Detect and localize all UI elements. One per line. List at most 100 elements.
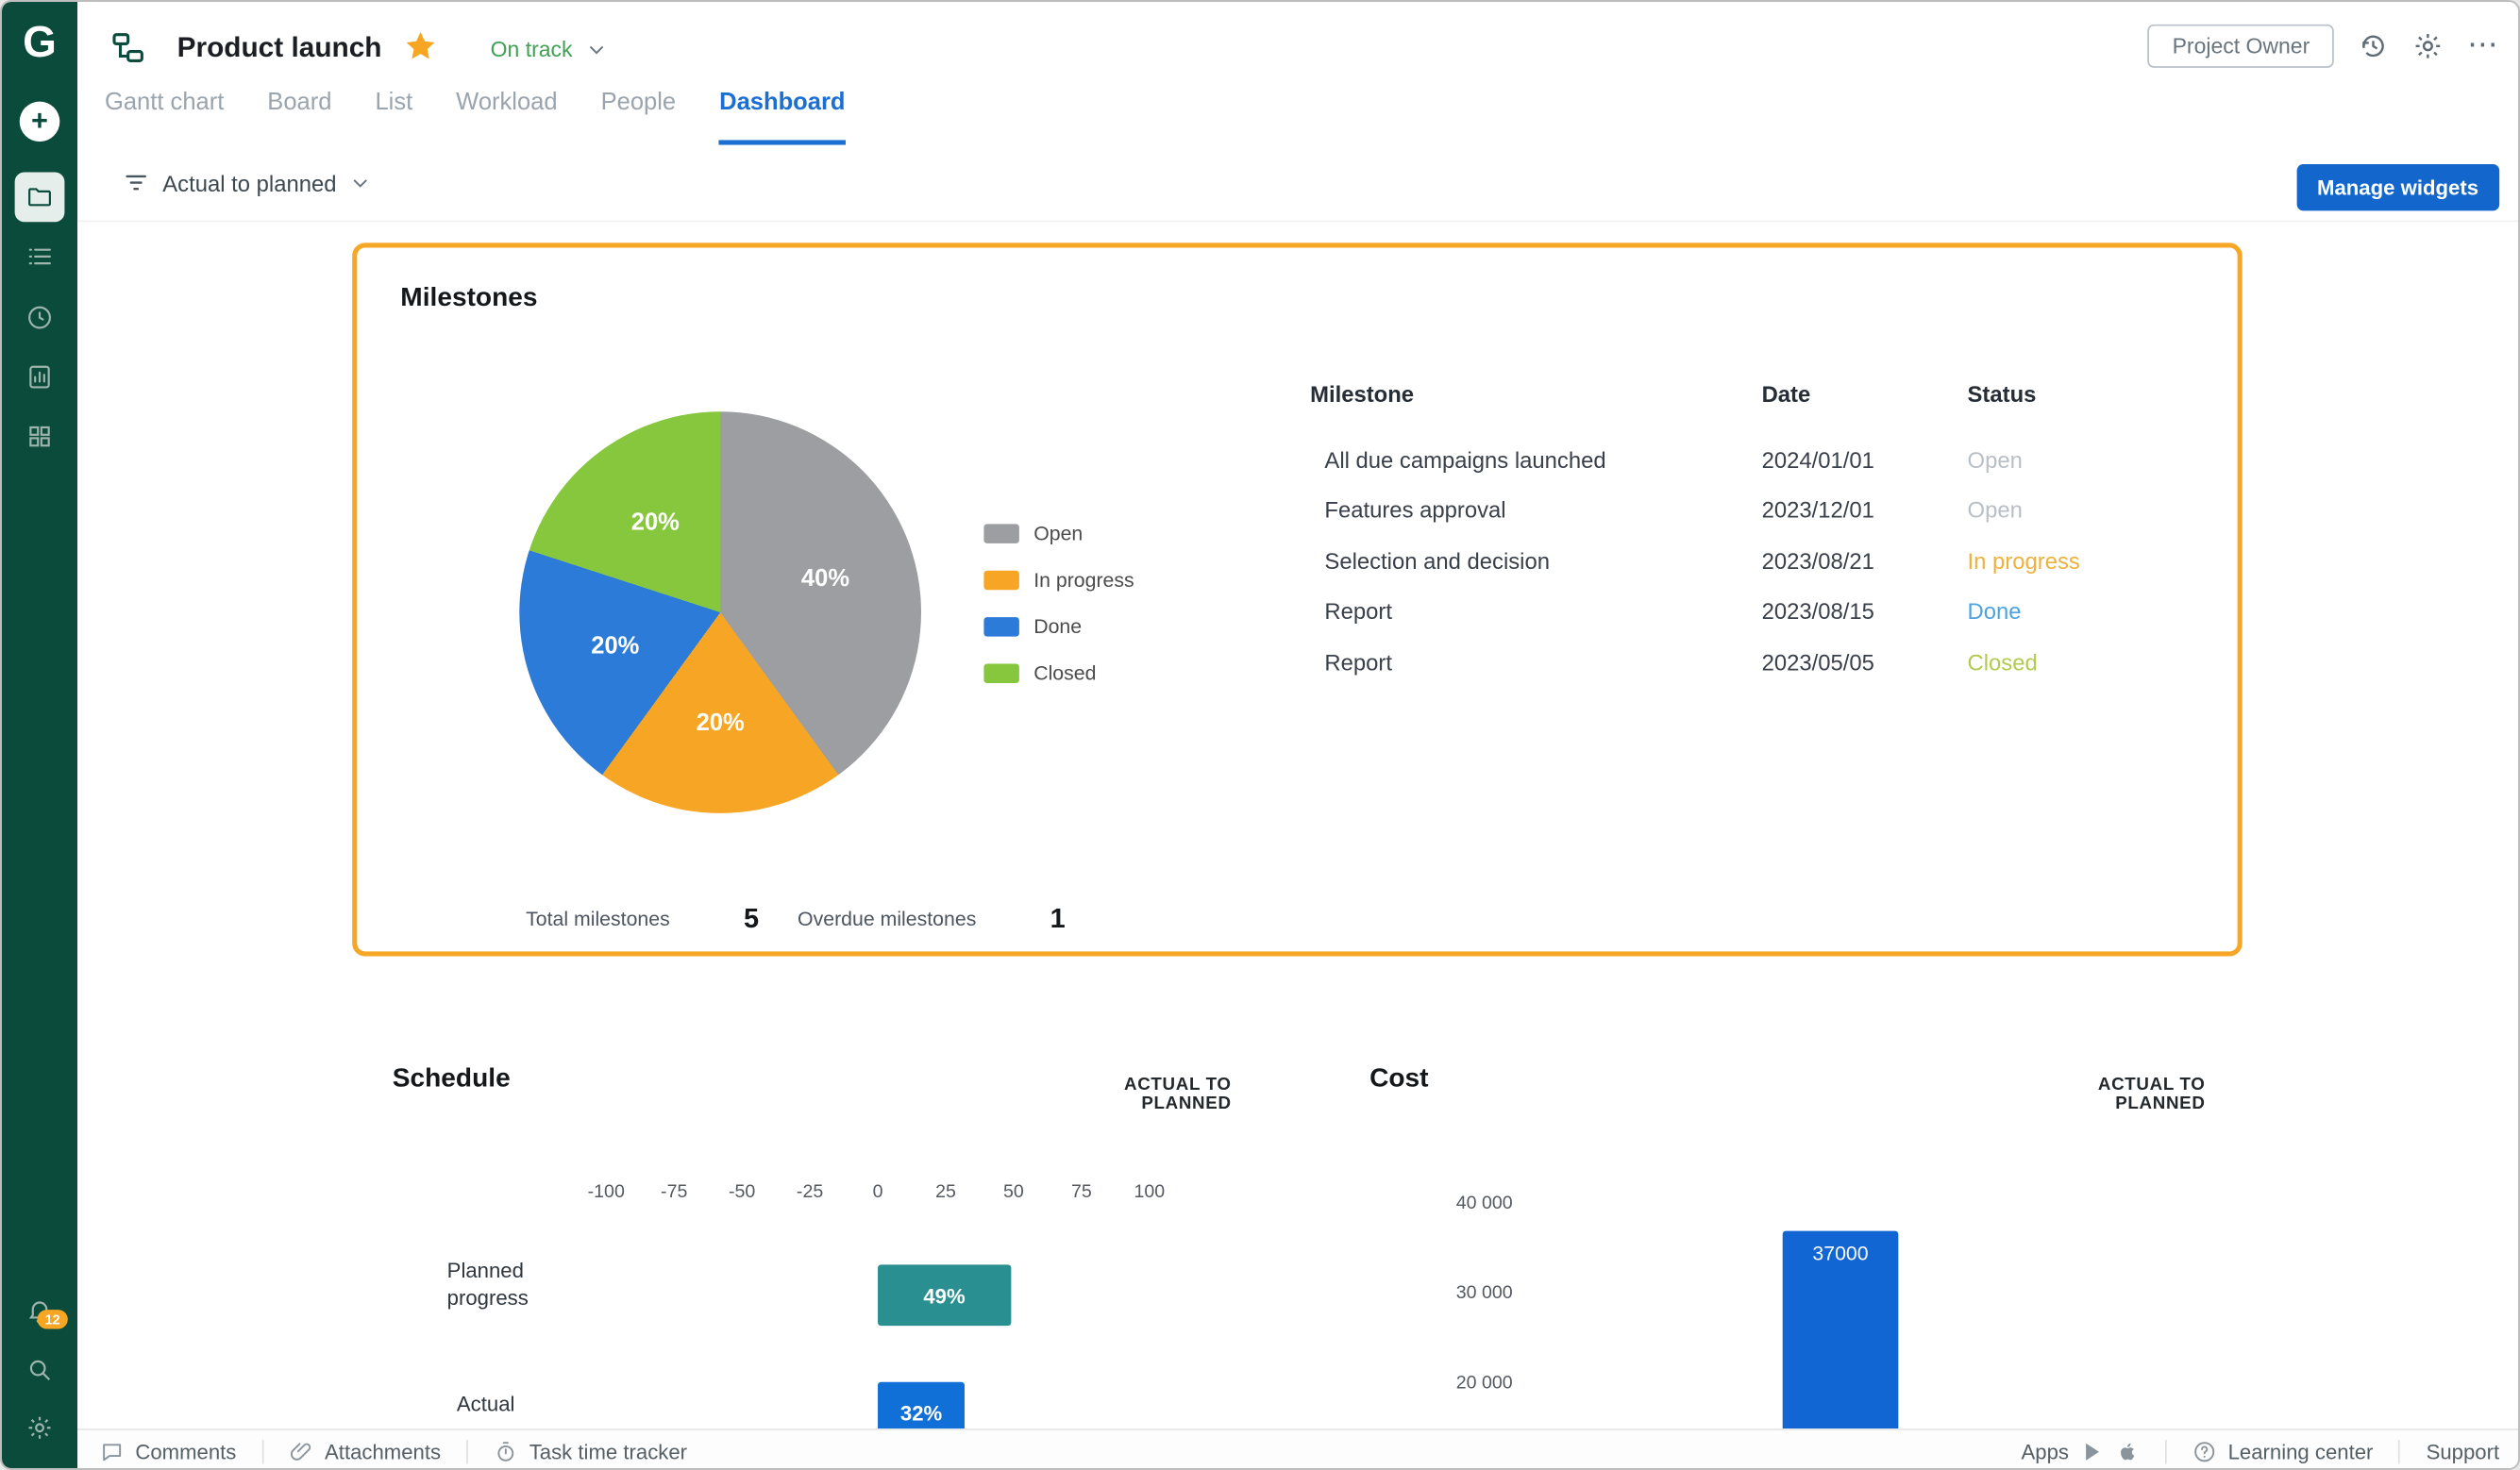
sidebar: G + 12 <box>2 2 77 1470</box>
divider <box>262 1439 264 1463</box>
tab-board[interactable]: Board <box>267 89 331 145</box>
axis-tick: 75 <box>1048 1183 1116 1202</box>
schedule-axis: -100-75-50-250255075100 <box>572 1183 1183 1202</box>
tab-people[interactable]: People <box>601 89 677 145</box>
statusbar-left: Comments Attachments Task time tracker <box>100 1430 687 1470</box>
schedule-bar-planned: 49% <box>878 1264 1011 1326</box>
milestone-table-row: All due campaigns launched2024/01/01Open <box>1310 434 2202 485</box>
apple-icon <box>2115 1439 2140 1463</box>
sidebar-item-task-list[interactable] <box>15 232 65 282</box>
tab-dashboard[interactable]: Dashboard <box>719 89 845 145</box>
google-play-icon <box>2080 1439 2105 1463</box>
filter-icon <box>123 169 150 196</box>
milestone-status: In progress <box>1968 548 2203 574</box>
axis-tick: 25 <box>912 1183 980 1202</box>
support-link[interactable]: Support <box>2427 1439 2500 1463</box>
milestone-status: Open <box>1968 446 2203 472</box>
milestone-table-row: Report2023/05/05Closed <box>1310 637 2202 688</box>
schedule-widget-title: Schedule <box>393 1064 511 1094</box>
favorite-star-icon[interactable] <box>404 29 438 63</box>
milestones-widget[interactable]: Milestones 40%20%20%20% OpenIn progressD… <box>352 242 2243 956</box>
pie-slice-value: 20% <box>591 633 639 660</box>
learning-center-link[interactable]: Learning center <box>2192 1439 2373 1463</box>
milestone-status: Done <box>1968 598 2203 624</box>
more-options-icon[interactable]: ⋯ <box>2467 31 2499 61</box>
milestone-name: Features approval <box>1310 497 1761 523</box>
milestone-name: Report <box>1310 598 1761 624</box>
statusbar-item-label: Comments <box>135 1439 236 1463</box>
milestone-date: 2023/08/15 <box>1762 598 1968 624</box>
paperclip-icon <box>290 1439 314 1463</box>
axis-tick: -75 <box>640 1183 708 1202</box>
tab-list[interactable]: List <box>375 89 412 145</box>
sidebar-item-history[interactable] <box>15 292 65 342</box>
learning-center-label: Learning center <box>2228 1439 2374 1463</box>
milestones-pie-chart: 40%20%20%20% <box>519 411 921 813</box>
comment-icon <box>100 1439 125 1463</box>
app-logo[interactable]: G <box>2 18 77 68</box>
tab-workload[interactable]: Workload <box>456 89 557 145</box>
milestone-name: Report <box>1310 649 1761 675</box>
milestone-table-row: Selection and decision2023/08/21In progr… <box>1310 535 2202 586</box>
table-header: Date <box>1762 381 1968 407</box>
support-label: Support <box>2427 1439 2500 1463</box>
cost-axis-tick: 40 000 <box>1456 1194 1513 1214</box>
project-status-label: On track <box>491 37 573 61</box>
apps-label: Apps <box>2022 1439 2069 1463</box>
dashboard-filter-dropdown[interactable]: Actual to planned <box>123 169 372 196</box>
milestones-table: MilestoneDateStatus All due campaigns la… <box>1310 370 2202 687</box>
table-header: Milestone <box>1310 381 1761 407</box>
legend-swatch <box>983 524 1018 543</box>
cost-widget-title: Cost <box>1369 1064 1428 1094</box>
statusbar-right: Apps Learning center Support <box>2022 1430 2500 1470</box>
milestone-table-row: Report2023/08/15Done <box>1310 586 2202 637</box>
project-hierarchy-icon[interactable] <box>109 29 146 66</box>
gear-icon <box>26 1414 54 1442</box>
legend-swatch <box>983 571 1018 590</box>
filter-label: Actual to planned <box>162 170 336 195</box>
project-title: Product launch <box>177 31 382 65</box>
project-status-dropdown[interactable]: On track <box>491 37 608 61</box>
search-button[interactable] <box>26 1356 54 1391</box>
project-settings-gear-icon[interactable] <box>2412 31 2443 61</box>
chevron-down-icon <box>585 38 608 60</box>
grid-icon <box>26 423 54 450</box>
milestones-table-head: MilestoneDateStatus <box>1310 370 2202 418</box>
sidebar-item-reports[interactable] <box>15 352 65 402</box>
app-window: G + 12 Product launch On track Project O… <box>0 0 2520 1470</box>
cost-bar-value: 37000 <box>1812 1243 1868 1265</box>
milestone-date: 2023/05/05 <box>1762 649 1968 675</box>
tab-bar: Gantt chart Board List Workload People Dashbo… <box>77 89 2520 145</box>
total-milestones-label: Total milestones <box>526 908 670 930</box>
axis-tick: -50 <box>708 1183 776 1202</box>
sidebar-item-projects[interactable] <box>15 172 65 222</box>
manage-widgets-button[interactable]: Manage widgets <box>2296 164 2499 210</box>
overdue-milestones-label: Overdue milestones <box>798 908 976 930</box>
schedule-bar-label-planned: Planned progress <box>447 1259 584 1313</box>
total-milestones-value: 5 <box>744 903 759 935</box>
divider <box>2165 1439 2167 1463</box>
dashboard-content: Milestones 40%20%20%20% OpenIn progressD… <box>77 222 2520 1428</box>
history-icon[interactable] <box>2358 31 2388 61</box>
statusbar-item-comments[interactable]: Comments <box>100 1439 236 1463</box>
cost-widget-subtitle: ACTUAL TO PLANNED <box>2008 1075 2205 1113</box>
project-owner-button[interactable]: Project Owner <box>2148 25 2334 68</box>
report-icon <box>26 363 54 391</box>
tab-gantt-chart[interactable]: Gantt chart <box>105 89 224 145</box>
create-new-button[interactable]: + <box>20 102 60 142</box>
legend-swatch <box>983 664 1018 683</box>
legend-label: Open <box>1033 523 1083 545</box>
statusbar-item-attachments[interactable]: Attachments <box>290 1439 442 1463</box>
milestone-date: 2023/12/01 <box>1762 497 1968 523</box>
folder-icon <box>26 183 54 210</box>
cost-axis-tick: 20 000 <box>1456 1374 1513 1395</box>
list-icon <box>26 242 54 270</box>
settings-button[interactable] <box>26 1414 54 1449</box>
sidebar-item-widgets[interactable] <box>15 411 65 461</box>
apps-link[interactable]: Apps <box>2022 1439 2140 1463</box>
statusbar-item-task-time-tracker[interactable]: Task time tracker <box>494 1439 687 1463</box>
legend-label: Closed <box>1033 662 1096 685</box>
milestone-name: All due campaigns launched <box>1310 446 1761 472</box>
legend-label: In progress <box>1033 569 1134 592</box>
cost-axis-tick: 30 000 <box>1456 1284 1513 1305</box>
